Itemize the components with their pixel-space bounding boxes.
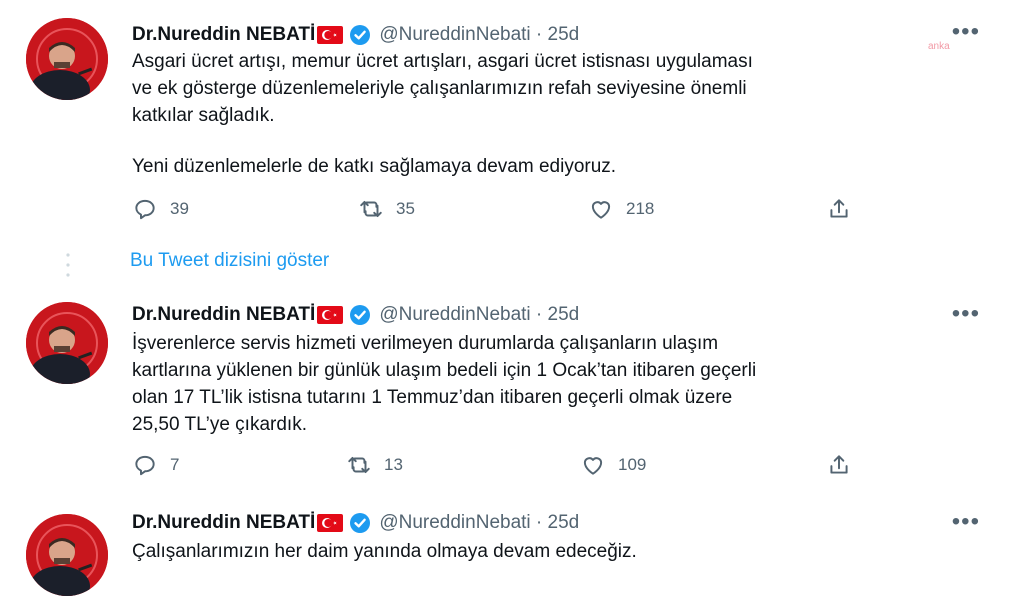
reply-icon [135,199,155,220]
avatar[interactable] [26,514,108,596]
retweet-icon [360,200,382,218]
reply-count: 39 [170,199,189,218]
tweet-text: Çalışanlarımızın her daim yanında olmaya… [132,538,637,565]
tweet-text: İşverenlerce servis hizmeti verilmeyen d… [132,330,756,438]
tweet-text-line: Yeni düzenlemelerle de katkı sağlamaya d… [132,156,617,177]
retweet-count: 35 [396,199,415,218]
more-options-icon[interactable]: ••• [952,20,980,44]
reply-button[interactable]: 7 [132,452,179,478]
tweet-text-line: Çalışanlarımızın her daim yanında olmaya… [132,541,637,562]
thread-dots [66,253,70,277]
tweet-text-line: olan 17 TL’lik istisna tutarını 1 Temmuz… [132,387,733,408]
tweet-actions: 39 35 218 [132,196,872,224]
tweet-text-line: kartlarına yüklenen bir günlük ulaşım be… [132,360,757,381]
tweet-text: Asgari ücret artışı, memur ücret artışla… [132,48,753,180]
author-name[interactable]: Dr.Nureddin NEBATİ [132,24,315,46]
tweet-header: Dr.Nureddin NEBATİ @NureddinNebati · 25d [132,22,579,48]
watermark: anka [928,41,950,52]
more-options-icon[interactable]: ••• [952,302,980,326]
tweet-text-line: İşverenlerce servis hizmeti verilmeyen d… [132,333,719,354]
like-count: 109 [618,455,647,474]
avatar-image [26,514,108,596]
tweet-text-line [132,129,753,153]
retweet-count: 13 [384,455,403,474]
share-button[interactable] [826,452,864,478]
share-icon [830,455,848,474]
verified-badge-icon [350,305,371,325]
retweet-button[interactable]: 13 [346,452,403,478]
avatar[interactable] [26,18,108,100]
like-button[interactable]: 109 [580,452,646,478]
tweet-header: Dr.Nureddin NEBATİ @NureddinNebati · 25d [132,302,579,328]
more-options-icon[interactable]: ••• [952,510,980,534]
reply-icon [135,455,155,476]
author-name[interactable]: Dr.Nureddin NEBATİ [132,512,315,534]
avatar-image [26,18,108,100]
like-button[interactable]: 218 [588,196,654,222]
retweet-icon [348,456,370,474]
share-button[interactable] [826,196,864,222]
tweet-header: Dr.Nureddin NEBATİ @NureddinNebati · 25d [132,510,579,536]
turkey-flag-icon [317,26,344,44]
show-thread-link[interactable]: Bu Tweet dizisini göster [130,250,329,272]
like-count: 218 [626,199,655,218]
heart-icon [583,457,603,475]
author-handle[interactable]: @NureddinNebati · 25d [379,512,579,534]
verified-badge-icon [350,25,371,45]
tweet-text-line: katkılar sağladık. [132,105,275,126]
tweet-text-line: 25,50 TL’ye çıkardık. [132,414,307,435]
tweet-actions: 7 13 109 [132,452,872,480]
heart-icon [591,201,611,219]
retweet-button[interactable]: 35 [358,196,415,222]
turkey-flag-icon [317,514,344,532]
author-handle[interactable]: @NureddinNebati · 25d [379,24,579,46]
tweet-text-line: Asgari ücret artışı, memur ücret artışla… [132,51,753,72]
avatar[interactable] [26,302,108,384]
author-handle[interactable]: @NureddinNebati · 25d [379,304,579,326]
turkey-flag-icon [317,306,344,324]
verified-badge-icon [350,513,371,533]
reply-count: 7 [170,455,180,474]
author-name[interactable]: Dr.Nureddin NEBATİ [132,304,315,326]
reply-button[interactable]: 39 [132,196,189,222]
avatar-image [26,302,108,384]
share-icon [830,199,848,218]
tweet-text-line: ve ek gösterge düzenlemeleriyle çalışanl… [132,78,747,99]
